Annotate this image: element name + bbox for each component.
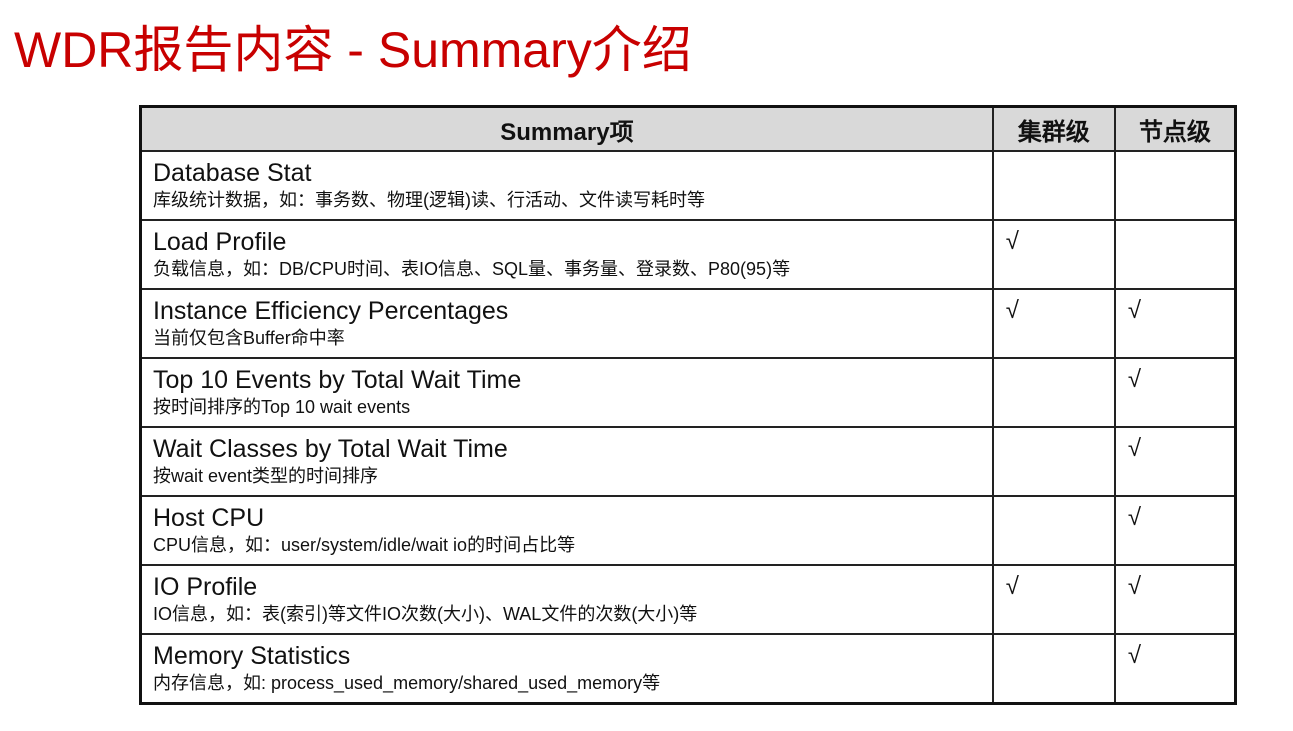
check-mark-icon: √ bbox=[1127, 297, 1142, 324]
summary-item-cell: Memory Statistics 内存信息，如: process_used_m… bbox=[139, 633, 994, 705]
summary-item-name: Wait Classes by Total Wait Time bbox=[153, 435, 508, 463]
cluster-level-cell: √ bbox=[991, 288, 1116, 359]
node-level-cell: √ bbox=[1113, 495, 1237, 566]
summary-item-cell: IO Profile IO信息，如：表(索引)等文件IO次数(大小)、WAL文件… bbox=[139, 564, 994, 635]
table-header-row: Summary项 集群级 节点级 bbox=[139, 105, 1237, 152]
summary-item-description: IO信息，如：表(索引)等文件IO次数(大小)、WAL文件的次数(大小)等 bbox=[153, 604, 698, 624]
cluster-level-cell bbox=[991, 150, 1116, 221]
node-level-cell bbox=[1113, 150, 1237, 221]
check-mark-icon bbox=[994, 428, 1114, 434]
node-level-cell: √ bbox=[1113, 633, 1237, 705]
table-row: Load Profile 负载信息，如：DB/CPU时间、表IO信息、SQL量、… bbox=[139, 219, 1237, 290]
table-row: Wait Classes by Total Wait Time 按wait ev… bbox=[139, 426, 1237, 497]
header-summary-item: Summary项 bbox=[139, 105, 994, 152]
node-level-cell: √ bbox=[1113, 564, 1237, 635]
summary-item-name: IO Profile bbox=[153, 573, 258, 601]
check-mark-icon bbox=[1116, 221, 1234, 227]
cluster-level-cell bbox=[991, 426, 1116, 497]
summary-item-description: 负载信息，如：DB/CPU时间、表IO信息、SQL量、事务量、登录数、P80(9… bbox=[153, 259, 791, 279]
table-row: Top 10 Events by Total Wait Time 按时间排序的T… bbox=[139, 357, 1237, 428]
summary-item-name: Load Profile bbox=[153, 228, 287, 256]
check-mark-icon: √ bbox=[1127, 573, 1142, 600]
summary-item-name: Memory Statistics bbox=[153, 642, 351, 670]
summary-item-name: Top 10 Events by Total Wait Time bbox=[153, 366, 522, 394]
summary-item-cell: Instance Efficiency Percentages 当前仅包含Buf… bbox=[139, 288, 994, 359]
node-level-cell: √ bbox=[1113, 357, 1237, 428]
table-row: Database Stat 库级统计数据，如：事务数、物理(逻辑)读、行活动、文… bbox=[139, 150, 1237, 221]
summary-item-name: Instance Efficiency Percentages bbox=[153, 297, 509, 325]
summary-item-description: 当前仅包含Buffer命中率 bbox=[153, 328, 345, 348]
header-cluster-level: 集群级 bbox=[991, 105, 1116, 152]
table-row: Memory Statistics 内存信息，如: process_used_m… bbox=[139, 633, 1237, 705]
check-mark-icon bbox=[994, 152, 1114, 158]
summary-item-description: 内存信息，如: process_used_memory/shared_used_… bbox=[153, 673, 661, 693]
table-row: Host CPU CPU信息，如：user/system/idle/wait i… bbox=[139, 495, 1237, 566]
summary-item-name: Host CPU bbox=[153, 504, 265, 532]
summary-item-description: 按时间排序的Top 10 wait events bbox=[153, 397, 411, 417]
cluster-level-cell bbox=[991, 633, 1116, 705]
cluster-level-cell bbox=[991, 495, 1116, 566]
summary-item-cell: Wait Classes by Total Wait Time 按wait ev… bbox=[139, 426, 994, 497]
summary-item-cell: Database Stat 库级统计数据，如：事务数、物理(逻辑)读、行活动、文… bbox=[139, 150, 994, 221]
header-node-level: 节点级 bbox=[1113, 105, 1237, 152]
cluster-level-cell: √ bbox=[991, 219, 1116, 290]
check-mark-icon bbox=[994, 497, 1114, 503]
check-mark-icon bbox=[994, 635, 1114, 641]
check-mark-icon: √ bbox=[1127, 366, 1142, 393]
check-mark-icon bbox=[994, 359, 1114, 365]
cluster-level-cell bbox=[991, 357, 1116, 428]
summary-table: Summary项 集群级 节点级 Database Stat 库级统计数据，如：… bbox=[139, 105, 1237, 705]
check-mark-icon: √ bbox=[1127, 504, 1142, 531]
node-level-cell: √ bbox=[1113, 288, 1237, 359]
check-mark-icon: √ bbox=[1127, 642, 1142, 669]
check-mark-icon bbox=[1116, 152, 1234, 158]
cluster-level-cell: √ bbox=[991, 564, 1116, 635]
slide-title: WDR报告内容 - Summary介绍 bbox=[14, 22, 692, 78]
summary-item-name: Database Stat bbox=[153, 159, 312, 187]
node-level-cell bbox=[1113, 219, 1237, 290]
check-mark-icon: √ bbox=[1005, 228, 1019, 255]
table-row: Instance Efficiency Percentages 当前仅包含Buf… bbox=[139, 288, 1237, 359]
check-mark-icon: √ bbox=[1005, 297, 1019, 324]
summary-item-cell: Host CPU CPU信息，如：user/system/idle/wait i… bbox=[139, 495, 994, 566]
summary-item-description: CPU信息，如：user/system/idle/wait io的时间占比等 bbox=[153, 535, 576, 555]
check-mark-icon: √ bbox=[1005, 573, 1019, 600]
table-row: IO Profile IO信息，如：表(索引)等文件IO次数(大小)、WAL文件… bbox=[139, 564, 1237, 635]
summary-item-description: 按wait event类型的时间排序 bbox=[153, 466, 379, 486]
summary-item-description: 库级统计数据，如：事务数、物理(逻辑)读、行活动、文件读写耗时等 bbox=[153, 190, 705, 210]
summary-item-cell: Load Profile 负载信息，如：DB/CPU时间、表IO信息、SQL量、… bbox=[139, 219, 994, 290]
check-mark-icon: √ bbox=[1127, 435, 1142, 462]
summary-item-cell: Top 10 Events by Total Wait Time 按时间排序的T… bbox=[139, 357, 994, 428]
node-level-cell: √ bbox=[1113, 426, 1237, 497]
